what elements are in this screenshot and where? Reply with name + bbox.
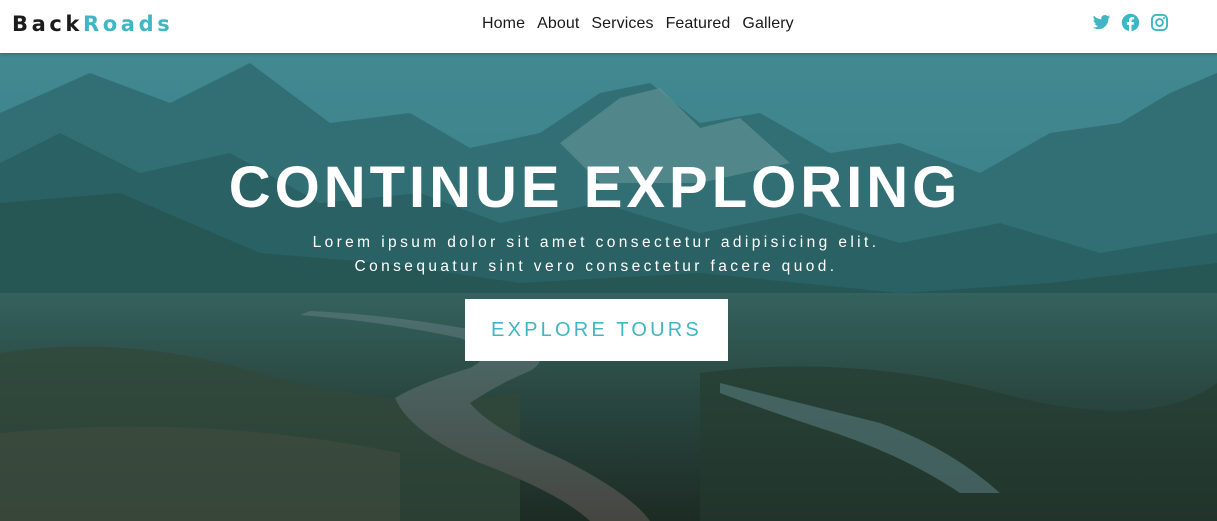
nav-link-home[interactable]: Home <box>482 15 525 32</box>
nav-link-about[interactable]: About <box>537 15 579 32</box>
nav-link-gallery[interactable]: Gallery <box>742 15 793 32</box>
facebook-icon[interactable] <box>1121 13 1140 32</box>
nav-link-featured[interactable]: Featured <box>666 15 731 32</box>
hero-description: Lorem ipsum dolor sit amet consectetur a… <box>0 231 1192 279</box>
social-links <box>1092 13 1169 32</box>
hero-title: CONTINUE EXPLORING <box>228 155 962 220</box>
nav-item-gallery: Gallery <box>742 14 793 34</box>
nav-links: Home About Services Featured Gallery <box>482 14 806 34</box>
hero-section: CONTINUE EXPLORING Lorem ipsum dolor sit… <box>0 53 1217 521</box>
brand-logo[interactable]: BackRoads <box>12 10 173 38</box>
twitter-icon[interactable] <box>1092 13 1111 32</box>
nav-item-featured: Featured <box>666 14 731 34</box>
nav-link-services[interactable]: Services <box>591 15 653 32</box>
nav-item-about: About <box>537 14 579 34</box>
explore-tours-button[interactable]: EXPLORE TOURS <box>465 299 728 361</box>
brand-logo-part1: Back <box>12 12 83 36</box>
nav-item-home: Home <box>482 14 525 34</box>
instagram-icon[interactable] <box>1150 13 1169 32</box>
brand-logo-part2: Roads <box>83 12 174 36</box>
navbar: BackRoads Home About Services Featured G… <box>0 0 1217 53</box>
nav-item-services: Services <box>591 14 653 34</box>
hero-description-line1: Lorem ipsum dolor sit amet consectetur a… <box>312 234 880 251</box>
hero-background-image <box>0 53 1217 521</box>
hero-description-line2: Consequatur sint vero consectetur facere… <box>354 258 838 275</box>
